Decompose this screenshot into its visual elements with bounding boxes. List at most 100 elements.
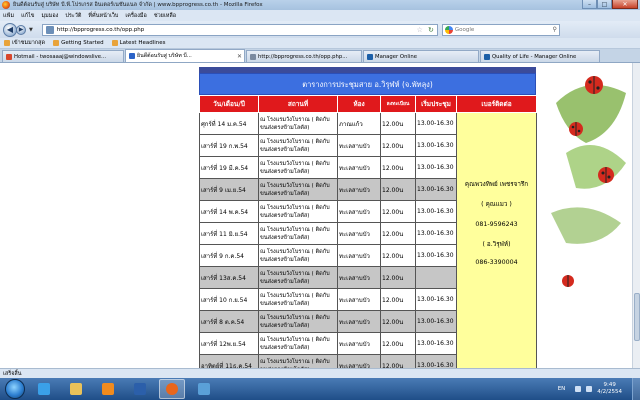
row-room: ทะเลสาบบัว (337, 134, 381, 157)
row-registration: 12.00น (380, 222, 416, 245)
schedule-title: ตารางการประชุมสาย อ.วิรุฬห์ (จ.พัทลุง) (199, 73, 536, 95)
reload-icon[interactable]: ↻ (428, 26, 434, 34)
taskbar-paint[interactable] (191, 379, 217, 399)
header-room: ห้อง (337, 95, 381, 113)
forward-button[interactable]: ▶ (16, 24, 26, 35)
tab-bpprogress[interactable]: ยินดีต้อนรับสู่ บริษัท บี... ✕ (125, 49, 245, 62)
start-button[interactable] (5, 379, 25, 399)
search-input[interactable] (454, 26, 545, 33)
row-room: ทะเลสาบบัว (337, 200, 381, 223)
row-venue: ณ โรงแรมวังโบราณ ( ติดกับขนส่งตรงข้ามโลต… (258, 134, 338, 157)
paint-icon (198, 383, 210, 395)
row-venue: ณ โรงแรมวังโบราณ ( ติดกับขนส่งตรงข้ามโลต… (258, 222, 338, 245)
site-favicon-icon (129, 53, 135, 59)
contact-phone-1: 081-9596243 (475, 221, 518, 228)
tab-opp-page[interactable]: http://bpprogress.co.th/opp.php... (246, 50, 362, 62)
menu-tools[interactable]: เครื่องมือ (125, 12, 146, 20)
row-room: ทะเลสาบบัว (337, 310, 381, 333)
bookmark-icon (53, 40, 60, 46)
row-date: เสาร์ที่ 19 มี.ค.54 (199, 156, 259, 179)
row-time: 13.00-16.30 (415, 156, 457, 179)
row-date: ศุกร์ที่ 14 ม.ค.54 (199, 112, 259, 135)
page-icon (250, 53, 256, 60)
row-time: 13.00-16.30 (415, 222, 457, 245)
row-room: ทะเลสาบบัว (337, 354, 381, 368)
firefox-icon (2, 1, 10, 9)
bookmark-most-visited[interactable]: เข้าชมมากสุด (4, 39, 45, 47)
row-registration: 12.00น (380, 310, 416, 333)
row-time: 13.00-16.30 (415, 244, 457, 267)
window-titlebar[interactable]: ยินดีต้อนรับสู่ บริษัท บี.พี.โปรเกรส อิน… (0, 0, 640, 10)
row-registration: 12.00น (380, 178, 416, 201)
row-venue: ณ โรงแรมวังโบราณ ( ติดกับขนส่งตรงข้ามโลต… (258, 178, 338, 201)
header-contact: เบอร์ติดต่อ (456, 95, 537, 113)
menu-history[interactable]: ประวัติ (65, 12, 81, 20)
tab-strip: Hotmail - twosaaaj@windowslive... ยินดีต… (0, 49, 640, 63)
bookmark-latest-headlines[interactable]: Latest Headlines (111, 40, 166, 46)
language-indicator[interactable]: EN (558, 386, 566, 392)
search-icon[interactable]: ⚲ (552, 26, 556, 33)
hotmail-icon (6, 53, 12, 60)
row-room: ภาณแก้ว (337, 112, 381, 135)
maximize-button[interactable]: □ (597, 0, 612, 9)
taskbar-explorer[interactable] (63, 379, 89, 399)
folder-icon (70, 383, 82, 395)
vertical-scrollbar[interactable] (632, 63, 640, 368)
url-input[interactable] (56, 26, 417, 33)
taskbar-media-player[interactable] (95, 379, 121, 399)
row-time: 13.00-16.30 (415, 310, 457, 333)
row-registration: 12.00น (380, 200, 416, 223)
navigation-toolbar: ◀ ▶ ▼ ☆ ↻ ⚲ (0, 21, 640, 38)
schedule-table: วัน/เดือน/ปี สถานที่ ห้อง ลงทะเบียน เริ่… (199, 95, 537, 368)
row-registration: 12.00น (380, 156, 416, 179)
table-row: ศุกร์ที่ 14 ม.ค.54 ณ โรงแรมวังโบราณ ( ติ… (199, 112, 537, 368)
row-venue: ณ โรงแรมวังโบราณ ( ติดกับขนส่งตรงข้ามโลต… (258, 354, 338, 368)
tab-hotmail[interactable]: Hotmail - twosaaaj@windowslive... (2, 50, 124, 62)
ladybug-decoration-icon (551, 76, 626, 287)
row-venue: ณ โรงแรมวังโบราณ ( ติดกับขนส่งตรงข้ามโลต… (258, 310, 338, 333)
row-venue: ณ โรงแรมวังโบราณ ( ติดกับขนส่งตรงข้ามโลต… (258, 332, 338, 355)
row-registration: 12.00น (380, 288, 416, 311)
network-icon[interactable] (575, 386, 582, 392)
windows-taskbar: EN 9:49 4/2/2554 (0, 378, 640, 400)
rss-icon (111, 40, 118, 46)
taskbar-firefox[interactable] (159, 379, 185, 399)
row-registration: 12.00น (380, 244, 416, 267)
back-button[interactable]: ◀ (3, 22, 17, 37)
manager-icon (367, 53, 373, 60)
bookmark-star-icon[interactable]: ☆ (417, 26, 423, 34)
tab-manager-online[interactable]: Manager Online (363, 50, 479, 62)
clock-date: 4/2/2554 (597, 389, 622, 395)
bookmarks-toolbar: เข้าชมมากสุด Getting Started Latest Head… (0, 38, 640, 49)
row-time (415, 266, 457, 289)
row-venue: ณ โรงแรมวังโบราณ ( ติดกับขนส่งตรงข้ามโลต… (258, 288, 338, 311)
media-icon (102, 383, 114, 395)
taskbar-word[interactable] (127, 379, 153, 399)
row-room: ทะเลสาบบัว (337, 222, 381, 245)
clock[interactable]: 9:49 4/2/2554 (597, 382, 622, 396)
scrollbar-thumb[interactable] (634, 293, 640, 341)
menu-bookmarks[interactable]: ที่คั่นหน้าเว็บ (88, 12, 118, 20)
minimize-button[interactable]: – (582, 0, 597, 9)
header-date: วัน/เดือน/ปี (199, 95, 259, 113)
row-date: เสาร์ที่ 14 พ.ค.54 (199, 200, 259, 223)
page-viewport: ตารางการประชุมสาย อ.วิรุฬห์ (จ.พัทลุง) ว… (0, 63, 640, 368)
show-desktop-button[interactable] (632, 378, 640, 400)
taskbar-ie[interactable] (31, 379, 57, 399)
history-dropdown-icon[interactable]: ▼ (29, 27, 33, 33)
site-identity-icon[interactable] (45, 25, 54, 34)
google-icon[interactable] (444, 25, 453, 34)
close-tab-icon[interactable]: ✕ (237, 53, 242, 60)
menu-file[interactable]: แฟ้ม (3, 12, 14, 20)
close-button[interactable]: ✕ (612, 0, 638, 9)
volume-icon[interactable] (586, 386, 593, 392)
row-date: เสาร์ที่ 11 มิ.ย.54 (199, 222, 259, 245)
menu-help[interactable]: ช่วยเหลือ (154, 12, 176, 20)
bookmark-getting-started[interactable]: Getting Started (53, 40, 104, 46)
contact-name: คุณพวงทิพย์ เพชรจารึก (464, 181, 529, 188)
menu-edit[interactable]: แก้ไข (21, 12, 34, 20)
menu-view[interactable]: มุมมอง (41, 12, 58, 20)
tab-quality-of-life[interactable]: Quality of Life - Manager Online (480, 50, 600, 62)
row-date: อาทิตย์ที่ 11ธ.ค.54 (199, 354, 259, 368)
row-registration: 12.00น (380, 134, 416, 157)
